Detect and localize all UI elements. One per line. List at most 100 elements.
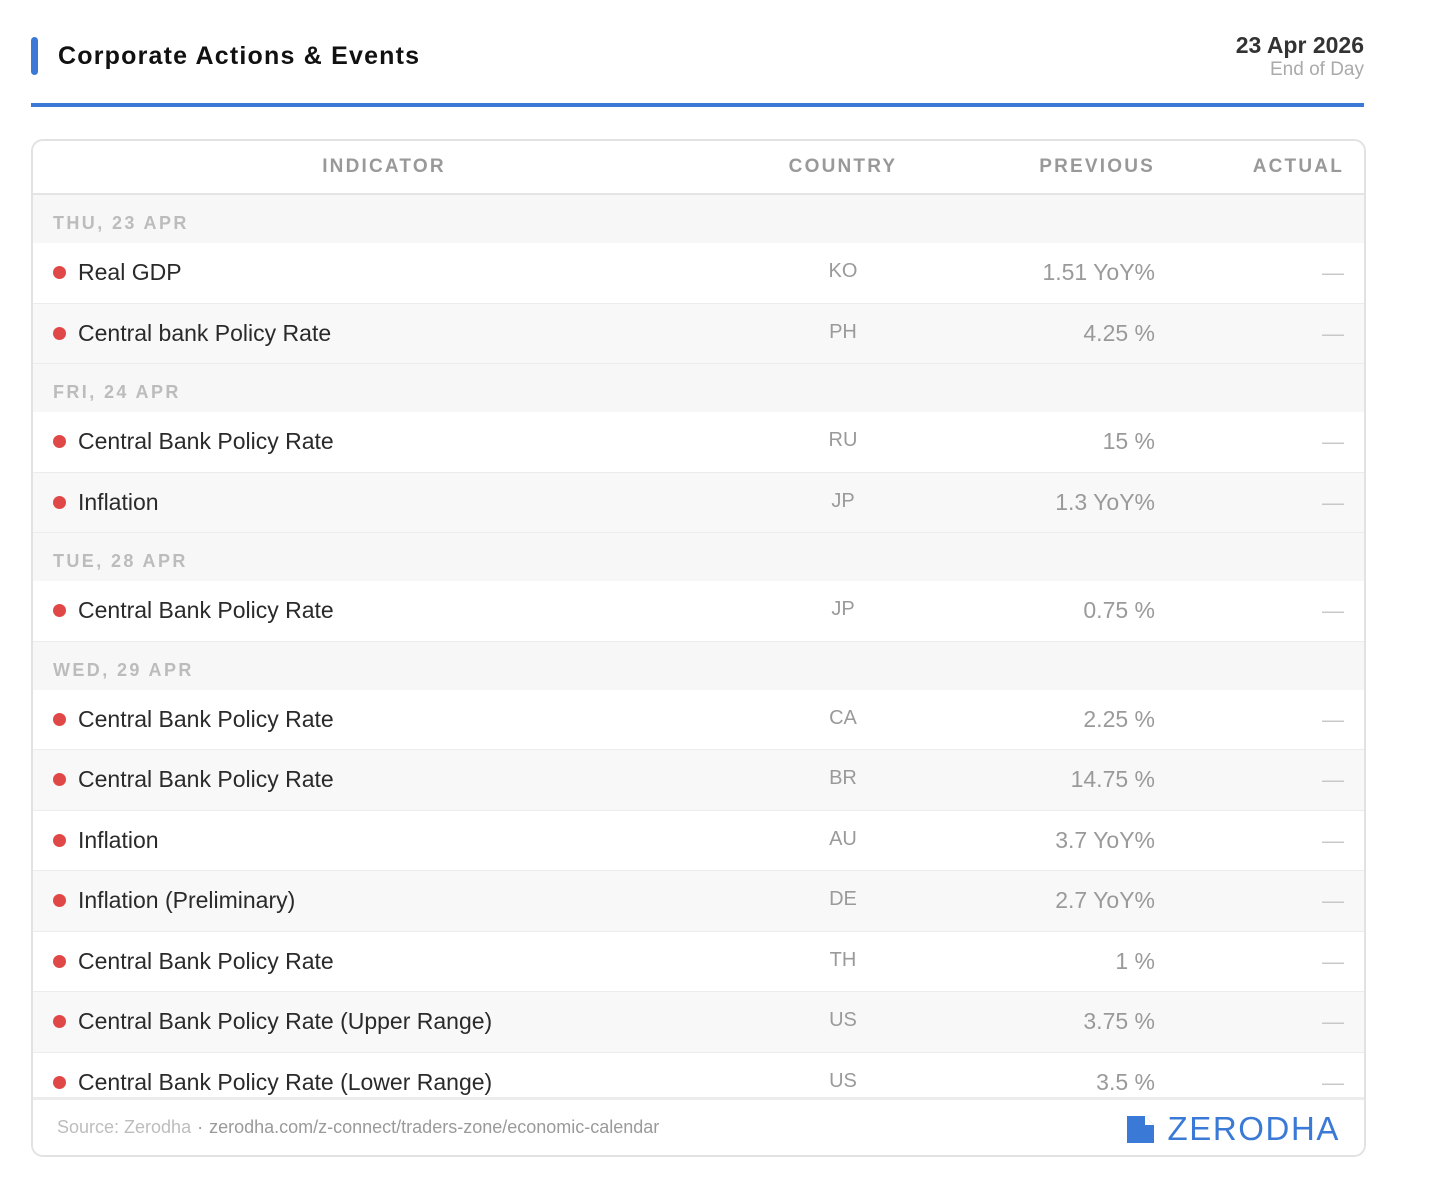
- previous-value-cell: 2.7 YoY%: [1055, 887, 1155, 913]
- previous-value-cell: 1.51 YoY%: [1042, 259, 1155, 285]
- indicator-cell: Central Bank Policy Rate: [78, 766, 334, 792]
- country-cell: PH: [829, 320, 857, 343]
- date-group-label: TUE, 28 APR: [53, 551, 188, 571]
- previous-value-cell: 0.75 %: [1083, 597, 1155, 623]
- events-table-card: INDICATOR COUNTRY PREVIOUS ACTUAL THU, 2…: [31, 139, 1366, 1157]
- country-cell: DE: [829, 888, 857, 910]
- header-date: 23 Apr 2026: [1235, 32, 1364, 58]
- previous-value-cell: 15 %: [1102, 428, 1155, 454]
- date-group-header: THU, 23 APR: [33, 195, 1364, 243]
- country-cell: CA: [829, 706, 857, 729]
- indicator-cell: Central Bank Policy Rate (Upper Range): [78, 1008, 493, 1034]
- date-group-header: WED, 29 APR: [33, 641, 1364, 690]
- country-cell: US: [829, 1009, 857, 1031]
- impact-dot-icon: [53, 894, 66, 907]
- indicator-cell: Central Bank Policy Rate: [78, 597, 334, 623]
- indicator-cell: Inflation: [78, 826, 159, 853]
- column-header-indicator[interactable]: INDICATOR: [33, 155, 735, 179]
- footer-source: Source: Zerodha: [57, 1117, 192, 1137]
- date-group-header: TUE, 28 APR: [33, 533, 1364, 581]
- actual-value-cell: —: [1322, 706, 1344, 732]
- header-subtitle: End of Day: [1270, 59, 1364, 80]
- actual-value-cell: —: [1322, 948, 1344, 974]
- indicator-cell: Central Bank Policy Rate: [78, 947, 334, 974]
- page-title: Corporate Actions & Events: [58, 42, 421, 70]
- country-cell: TH: [829, 948, 857, 971]
- previous-value-cell: 14.75 %: [1070, 766, 1155, 792]
- footer-separator: ·: [197, 1117, 204, 1137]
- column-header-previous[interactable]: PREVIOUS: [1039, 155, 1155, 179]
- actual-value-cell: —: [1322, 489, 1344, 515]
- impact-dot-icon: [53, 326, 66, 340]
- table-row[interactable]: Inflation JP 1.3 YoY% —: [33, 472, 1364, 533]
- brand-logo: ZERODHA: [1127, 1112, 1340, 1146]
- actual-value-cell: —: [1322, 320, 1344, 346]
- zerodha-logo-icon: [1127, 1115, 1155, 1143]
- actual-value-cell: —: [1322, 767, 1344, 792]
- table-row[interactable]: Real GDP KO 1.51 YoY% —: [33, 243, 1364, 304]
- indicator-cell: Inflation (Preliminary): [78, 887, 296, 913]
- country-cell: RU: [828, 429, 858, 451]
- actual-value-cell: —: [1322, 598, 1344, 623]
- impact-dot-icon: [53, 1015, 66, 1028]
- previous-value-cell: 1.3 YoY%: [1055, 488, 1155, 515]
- indicator-cell: Central Bank Policy Rate (Lower Range): [78, 1068, 493, 1095]
- country-cell: BR: [829, 767, 857, 789]
- actual-value-cell: —: [1322, 888, 1344, 913]
- actual-value-cell: —: [1322, 1069, 1344, 1095]
- table-body: THU, 23 APR Real GDP KO 1.51 YoY% — Central b…: [33, 195, 1364, 1112]
- table-header: INDICATOR COUNTRY PREVIOUS ACTUAL: [33, 141, 1364, 195]
- actual-value-cell: —: [1322, 429, 1344, 454]
- country-cell: JP: [831, 598, 855, 620]
- table-row[interactable]: Central Bank Policy Rate CA 2.25 % —: [33, 689, 1364, 750]
- indicator-cell: Inflation: [78, 488, 159, 515]
- table-row[interactable]: Central Bank Policy Rate BR 14.75 % —: [33, 750, 1364, 811]
- brand-name: ZERODHA: [1167, 1110, 1340, 1147]
- footer-url[interactable]: zerodha.com/z-connect/traders-zone/econo…: [209, 1117, 659, 1137]
- indicator-cell: Central Bank Policy Rate: [78, 705, 334, 732]
- table-row[interactable]: Inflation (Preliminary) DE 2.7 YoY% —: [33, 871, 1364, 932]
- impact-dot-icon: [53, 833, 66, 847]
- actual-value-cell: —: [1322, 827, 1344, 853]
- country-cell: US: [829, 1069, 857, 1092]
- footer-source-line: Source: Zerodha · zerodha.com/z-connect/tr…: [57, 1116, 659, 1138]
- impact-dot-icon: [53, 773, 66, 786]
- table-row[interactable]: Central Bank Policy Rate TH 1 % —: [33, 931, 1364, 992]
- table-row[interactable]: Central bank Policy Rate PH 4.25 % —: [33, 303, 1364, 364]
- previous-value-cell: 1 %: [1115, 947, 1155, 974]
- impact-dot-icon: [53, 266, 66, 279]
- date-group-header: FRI, 24 APR: [33, 364, 1364, 412]
- previous-value-cell: 3.7 YoY%: [1055, 826, 1155, 853]
- column-header-actual[interactable]: ACTUAL: [1253, 155, 1344, 179]
- previous-value-cell: 3.75 %: [1083, 1008, 1155, 1034]
- table-row[interactable]: Central Bank Policy Rate RU 15 % —: [33, 412, 1364, 473]
- previous-value-cell: 3.5 %: [1096, 1068, 1155, 1095]
- title-accent-bar: [31, 37, 38, 75]
- impact-dot-icon: [53, 604, 66, 617]
- country-cell: JP: [831, 489, 855, 512]
- table-row[interactable]: Inflation AU 3.7 YoY% —: [33, 810, 1364, 871]
- date-group-label: FRI, 24 APR: [53, 382, 181, 402]
- indicator-cell: Real GDP: [78, 259, 182, 285]
- impact-dot-icon: [53, 712, 66, 726]
- actual-value-cell: —: [1322, 1009, 1344, 1034]
- actual-value-cell: —: [1322, 260, 1344, 285]
- impact-dot-icon: [53, 1075, 66, 1089]
- impact-dot-icon: [53, 495, 66, 509]
- impact-dot-icon: [53, 435, 66, 448]
- country-cell: KO: [828, 260, 858, 282]
- table-row[interactable]: Central Bank Policy Rate (Upper Range) US…: [33, 992, 1364, 1053]
- impact-dot-icon: [53, 954, 66, 968]
- date-group-label: WED, 29 APR: [53, 659, 194, 680]
- indicator-cell: Central Bank Policy Rate: [78, 428, 334, 454]
- previous-value-cell: 2.25 %: [1083, 705, 1155, 732]
- indicator-cell: Central bank Policy Rate: [78, 319, 332, 346]
- header-date-block: 23 Apr 2026 End of Day: [1236, 31, 1364, 81]
- country-cell: AU: [829, 827, 857, 850]
- column-header-country[interactable]: COUNTRY: [733, 155, 953, 179]
- table-row[interactable]: Central Bank Policy Rate JP 0.75 % —: [33, 581, 1364, 642]
- date-group-label: THU, 23 APR: [53, 213, 189, 233]
- header-divider: [31, 103, 1364, 107]
- table-footer: Source: Zerodha · zerodha.com/z-connect/tr…: [33, 1097, 1364, 1155]
- previous-value-cell: 4.25 %: [1083, 319, 1155, 346]
